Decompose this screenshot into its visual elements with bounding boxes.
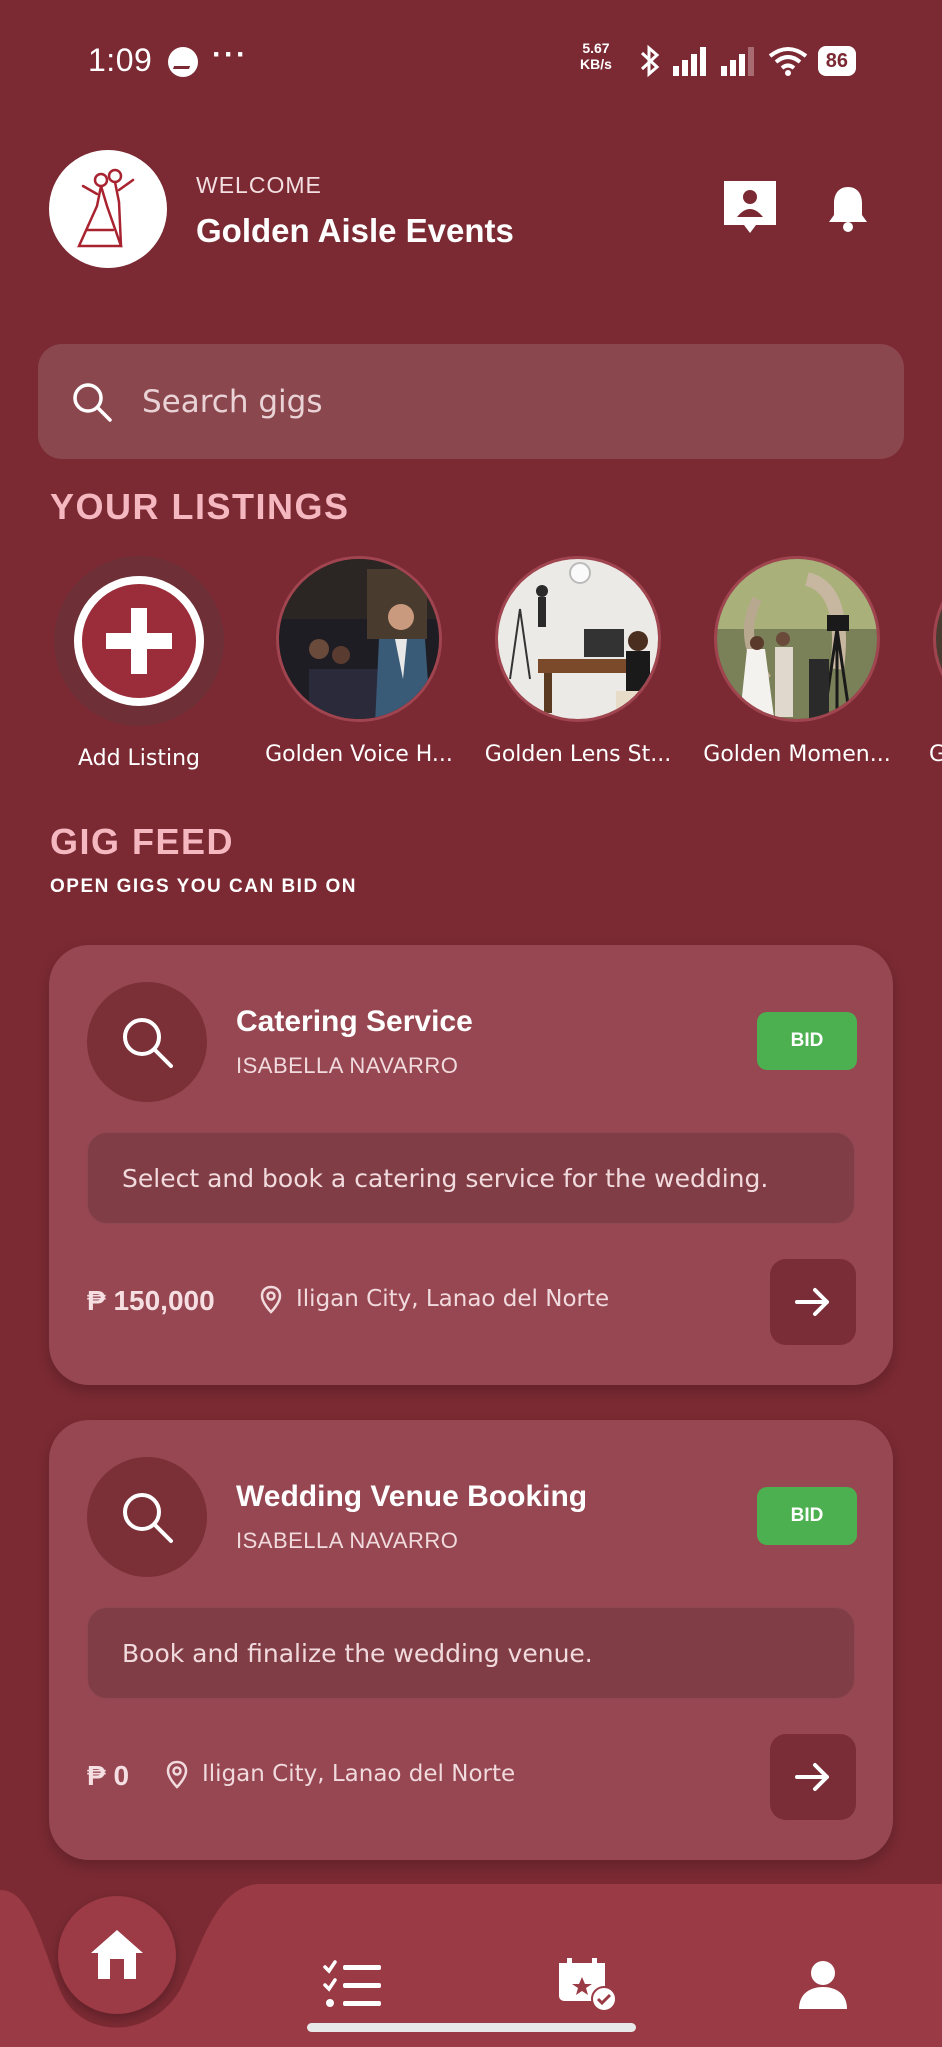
more-notifications-icon: ··· — [212, 38, 248, 71]
tasks-list-icon — [323, 1960, 381, 2007]
messages-button[interactable] — [720, 178, 780, 238]
listing-thumbnail — [714, 556, 880, 722]
listing-item[interactable]: G — [921, 556, 942, 767]
welcome-label: WELCOME — [196, 172, 322, 198]
status-icons: 86 — [638, 44, 856, 78]
gig-feed-subtitle: OPEN GIGS YOU CAN BID ON — [50, 876, 357, 897]
listing-label: Golden Lens St... — [484, 742, 672, 767]
dancing-couple-logo — [77, 168, 135, 248]
nav-profile-button[interactable] — [788, 1950, 858, 2020]
arrow-right-icon — [795, 1288, 829, 1316]
gig-location: Iligan City, Lanao del Norte — [296, 1286, 610, 1312]
event-calendar-icon — [559, 1958, 617, 2012]
listings-title: YOUR LISTINGS — [50, 486, 350, 527]
wedding-ceremony-photo — [717, 559, 877, 719]
business-logo[interactable] — [49, 150, 167, 268]
bid-button[interactable]: BID — [757, 1012, 857, 1070]
gig-card[interactable]: Wedding Venue Booking ISABELLA NAVARRO B… — [49, 1420, 893, 1860]
signal-2-icon — [720, 47, 754, 76]
search-icon — [73, 382, 112, 422]
arrow-right-icon — [795, 1763, 829, 1791]
listing-item[interactable]: Golden Lens St... — [483, 556, 673, 767]
open-gig-button[interactable] — [770, 1259, 856, 1345]
location-pin-icon — [260, 1285, 282, 1314]
chat-profile-icon — [724, 181, 776, 233]
listing-label: Golden Momen... — [703, 742, 891, 767]
listing-thumbnail — [933, 556, 942, 722]
gig-client: ISABELLA NAVARRO — [236, 1053, 459, 1078]
messenger-icon — [168, 47, 198, 77]
listing-thumbnail — [276, 556, 442, 722]
status-time: 1:09 — [88, 42, 153, 78]
gig-location: Iligan City, Lanao del Norte — [202, 1761, 516, 1787]
status-bar: 1:09 ··· 5.67 KB/s 86 — [0, 0, 942, 120]
gig-avatar — [87, 982, 207, 1102]
gig-description: Book and finalize the wedding venue. — [87, 1607, 855, 1699]
home-icon — [91, 1930, 143, 1979]
nav-tasks-button[interactable] — [318, 1950, 388, 2020]
profile-icon — [799, 1961, 847, 2009]
gig-price: ₱ 150,000 — [87, 1285, 215, 1316]
network-speed: 5.67 KB/s — [580, 40, 612, 72]
listing-label: Golden Voice H... — [265, 742, 453, 767]
wifi-icon — [768, 47, 807, 76]
add-listing-button[interactable]: Add Listing — [44, 556, 234, 771]
listing-label: G — [929, 742, 942, 767]
location-pin-icon — [166, 1760, 188, 1789]
magnifier-icon — [123, 1018, 173, 1068]
bell-icon — [829, 187, 867, 232]
listing-thumbnail — [495, 556, 661, 722]
magnifier-icon — [123, 1493, 173, 1543]
listing-item[interactable]: Golden Voice H... — [264, 556, 454, 767]
listing-item[interactable]: Golden Momen... — [702, 556, 892, 767]
gig-description: Select and book a catering service for t… — [87, 1132, 855, 1224]
listings-carousel[interactable]: Add Listing Golden Voice H... Golden Len… — [0, 556, 942, 776]
nav-home-button[interactable] — [58, 1896, 176, 2014]
singer-photo — [279, 559, 439, 719]
gig-title: Wedding Venue Booking — [236, 1480, 588, 1513]
notifications-button[interactable] — [818, 178, 878, 238]
search-bar[interactable] — [38, 344, 904, 459]
gig-feed-title: GIG FEED — [50, 821, 235, 862]
network-speed-value: 5.67 — [582, 40, 610, 56]
add-listing-label: Add Listing — [77, 746, 201, 771]
bluetooth-icon — [640, 44, 659, 78]
open-gig-button[interactable] — [770, 1734, 856, 1820]
gig-avatar — [87, 1457, 207, 1577]
battery-level: 86 — [817, 46, 856, 76]
bid-button[interactable]: BID — [757, 1487, 857, 1545]
business-name: Golden Aisle Events — [196, 212, 514, 249]
nav-events-button[interactable] — [553, 1950, 623, 2020]
signal-icon — [672, 47, 706, 76]
plus-icon — [74, 576, 204, 706]
photo-studio-photo — [498, 559, 658, 719]
add-listing-circle[interactable] — [54, 556, 224, 726]
gig-client: ISABELLA NAVARRO — [236, 1528, 459, 1553]
gig-price: ₱ 0 — [87, 1760, 130, 1791]
search-input[interactable] — [142, 383, 842, 420]
gig-card[interactable]: Catering Service ISABELLA NAVARRO BID Se… — [49, 945, 893, 1385]
gig-title: Catering Service — [236, 1005, 473, 1038]
home-indicator — [307, 2023, 636, 2032]
network-speed-unit: KB/s — [580, 56, 612, 72]
